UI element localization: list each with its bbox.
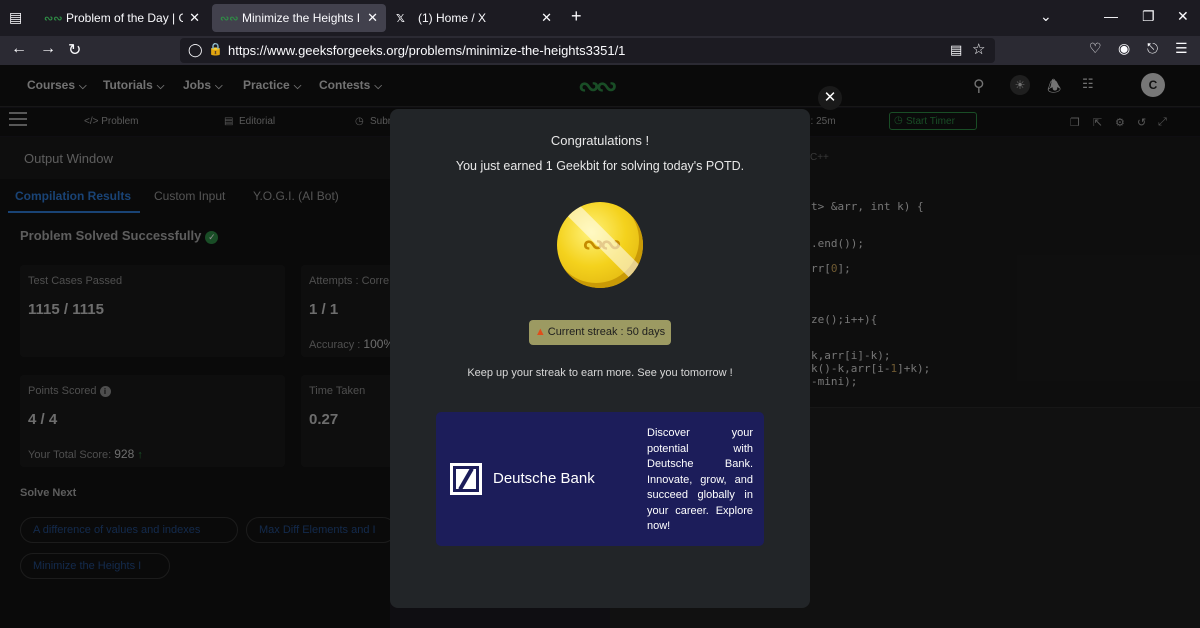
deutsche-bank-logo-icon bbox=[450, 463, 482, 495]
ad-text: Discover your potential with Deutsche Ba… bbox=[647, 427, 753, 532]
streak-badge: ▲ Current streak : 50 days bbox=[529, 320, 671, 345]
modal-message: You just earned 1 Geekbit for solving to… bbox=[455, 159, 745, 173]
close-tab-icon[interactable]: ✕ bbox=[541, 10, 552, 26]
forward-icon[interactable]: → bbox=[40, 40, 56, 58]
tracking-protection-icon[interactable]: ◯ bbox=[188, 42, 203, 58]
tab-title: (1) Home / X bbox=[418, 11, 487, 25]
address-bar[interactable]: ◯ 🔒 https://www.geeksforgeeks.org/proble… bbox=[180, 38, 995, 63]
gfg-favicon-icon: ∾∾ bbox=[220, 12, 239, 25]
account-icon[interactable]: ◉ bbox=[1118, 40, 1130, 57]
extensions-icon[interactable]: ⎋ bbox=[1147, 40, 1158, 57]
new-tab-icon[interactable]: + bbox=[571, 6, 582, 27]
browser-tab-bar: ▤ ∾∾ Problem of the Day | GeeksforG ✕ ∾∾… bbox=[0, 0, 1200, 36]
pocket-icon[interactable]: ♡ bbox=[1089, 40, 1102, 57]
congratulations-modal: Congratulations ! You just earned 1 Geek… bbox=[390, 109, 810, 608]
lock-icon[interactable]: 🔒 bbox=[208, 42, 223, 56]
ad-brand-name: Deutsche Bank bbox=[493, 470, 595, 487]
menu-icon[interactable]: ☰ bbox=[1175, 40, 1188, 57]
bookmark-star-icon[interactable]: ☆ bbox=[972, 40, 985, 58]
streak-text: Current streak : 50 days bbox=[547, 326, 666, 338]
tab-problem-of-the-day[interactable]: ∾∾ Problem of the Day | GeeksforG ✕ bbox=[36, 4, 208, 32]
close-modal-button[interactable]: ✕ bbox=[818, 86, 842, 110]
url-text[interactable]: https://www.geeksforgeeks.org/problems/m… bbox=[228, 43, 625, 58]
tab-minimize-the-heights[interactable]: ∾∾ Minimize the Heights II | Practic ✕ bbox=[212, 4, 386, 32]
browser-nav-bar: ← → ↻ ◯ 🔒 https://www.geeksforgeeks.org/… bbox=[0, 36, 1200, 65]
tab-x-home[interactable]: 𝕏 (1) Home / X ✕ bbox=[388, 4, 560, 32]
tab-title: Problem of the Day | GeeksforG bbox=[66, 11, 183, 25]
reload-icon[interactable]: ↻ bbox=[68, 40, 81, 60]
restore-window-icon[interactable]: ❐ bbox=[1142, 8, 1155, 25]
reader-view-icon[interactable]: ▤ bbox=[950, 42, 962, 58]
close-tab-icon[interactable]: ✕ bbox=[367, 10, 378, 26]
minimize-window-icon[interactable]: — bbox=[1104, 8, 1118, 24]
back-icon[interactable]: ← bbox=[11, 40, 27, 58]
modal-title: Congratulations ! bbox=[550, 133, 650, 148]
list-all-tabs-icon[interactable]: ⌄ bbox=[1040, 8, 1052, 25]
close-window-icon[interactable]: ✕ bbox=[1177, 8, 1189, 25]
gfg-favicon-icon: ∾∾ bbox=[44, 12, 63, 25]
keep-up-message: Keep up your streak to earn more. See yo… bbox=[467, 367, 733, 379]
close-tab-icon[interactable]: ✕ bbox=[189, 10, 200, 26]
flame-icon: ▲ bbox=[534, 326, 546, 338]
deutsche-bank-ad[interactable]: Deutsche Bank Discover your potential wi… bbox=[436, 412, 764, 546]
x-favicon-icon: 𝕏 bbox=[396, 12, 405, 25]
geekbit-coin-icon: ∾∾ bbox=[557, 202, 643, 288]
tab-list-icon[interactable]: ▤ bbox=[9, 9, 22, 26]
tab-title: Minimize the Heights II | Practic bbox=[242, 11, 361, 25]
